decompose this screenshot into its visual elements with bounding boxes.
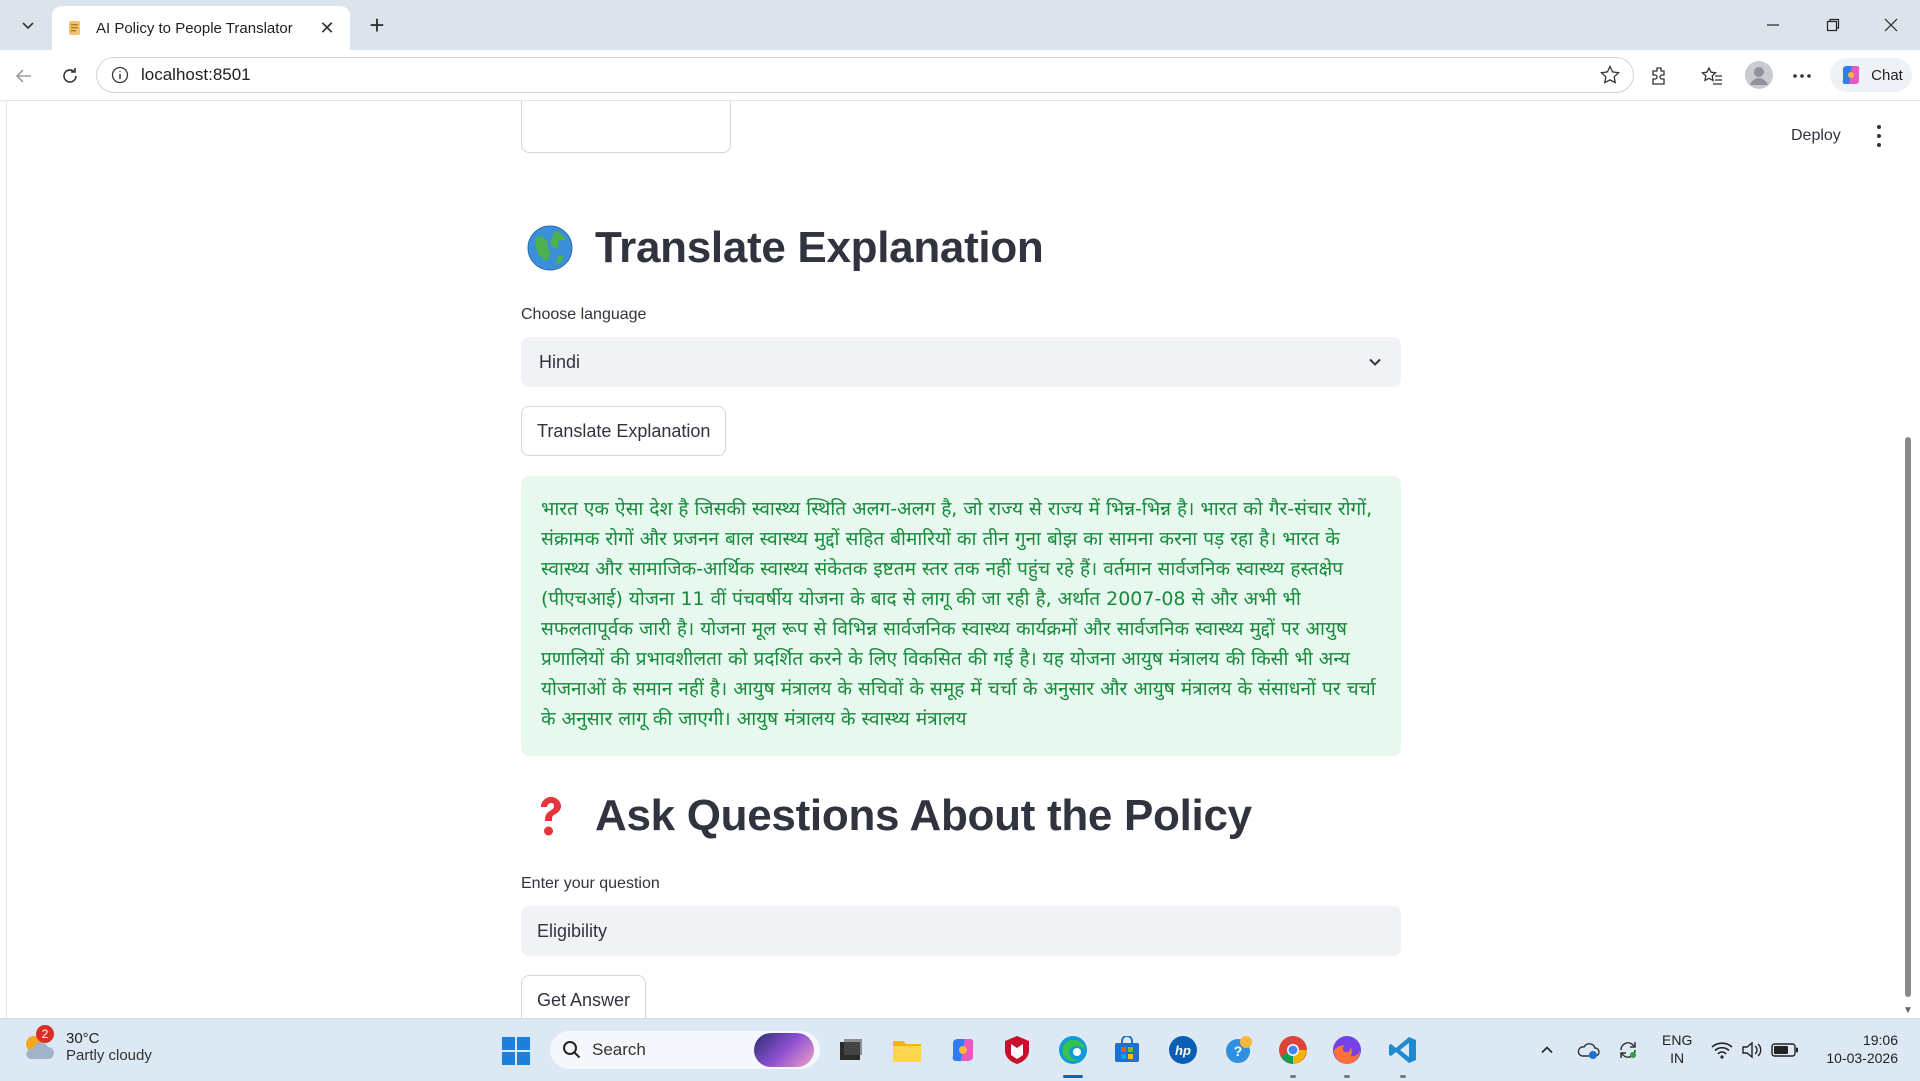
extensions-icon[interactable]: [1646, 62, 1674, 90]
sync-status-icon[interactable]: [1614, 1033, 1642, 1067]
question-mark-icon: [541, 797, 561, 836]
app-menu-icon[interactable]: [1873, 125, 1885, 147]
tab-actions-menu[interactable]: [10, 8, 46, 42]
back-button[interactable]: [8, 60, 40, 92]
language-code: ENG: [1662, 1032, 1693, 1048]
svg-text:?: ?: [1234, 1043, 1243, 1059]
url-bar[interactable]: localhost:8501: [96, 57, 1634, 93]
translate-explanation-button[interactable]: Translate Explanation: [521, 406, 727, 456]
site-info-icon[interactable]: [109, 64, 131, 86]
chevron-down-icon: [1369, 358, 1381, 366]
input-language-indicator[interactable]: ENG IN: [1662, 1031, 1692, 1067]
wifi-icon[interactable]: [1710, 1033, 1734, 1067]
language-selected-value: Hindi: [539, 351, 581, 372]
new-tab-button[interactable]: +: [362, 10, 392, 40]
chrome-open-indicator: [1290, 1075, 1296, 1078]
region-code: IN: [1670, 1050, 1685, 1066]
svg-text:hp: hp: [1175, 1043, 1191, 1058]
search-placeholder: Search: [592, 1040, 646, 1059]
windows-logo-icon: [502, 1037, 530, 1065]
start-button[interactable]: [502, 1037, 530, 1070]
volume-icon[interactable]: [1740, 1033, 1764, 1067]
taskbar-search[interactable]: Search: [550, 1031, 820, 1069]
copilot-app-icon[interactable]: [946, 1033, 980, 1067]
help-tips-icon[interactable]: ?: [1222, 1033, 1256, 1067]
minimize-icon: [1767, 24, 1779, 26]
firefox-browser-icon[interactable]: [1330, 1033, 1364, 1067]
browser-tab-active[interactable]: AI Policy to People Translator ✕: [52, 6, 350, 50]
clock-date: 10-03-2026: [1826, 1050, 1898, 1066]
file-explorer-icon[interactable]: [890, 1033, 924, 1067]
more-options-icon[interactable]: [1788, 62, 1816, 90]
language-label: Choose language: [521, 306, 647, 323]
chevron-up-icon: [1541, 1046, 1553, 1054]
language-select[interactable]: Hindi: [521, 337, 1401, 387]
edge-active-indicator: [1063, 1075, 1083, 1078]
mcafee-icon[interactable]: [1000, 1033, 1034, 1067]
clock-time: 19:06: [1862, 1032, 1898, 1048]
windows-taskbar: 2 30°C Partly cloudy Search hp ? ENG IN …: [0, 1018, 1920, 1081]
partly-cloudy-icon: 2: [20, 1025, 56, 1065]
task-view-icon[interactable]: [834, 1033, 868, 1067]
chat-label: Chat: [1871, 66, 1903, 84]
restore-button[interactable]: [1804, 0, 1862, 50]
show-hidden-icons-button[interactable]: [1536, 1033, 1558, 1067]
profile-avatar-icon[interactable]: [1742, 58, 1776, 92]
address-toolbar: localhost:8501 Chat: [0, 50, 1920, 101]
hp-app-icon[interactable]: hp: [1166, 1033, 1200, 1067]
microsoft-store-icon[interactable]: [1110, 1033, 1144, 1067]
onedrive-status-icon[interactable]: [1574, 1033, 1602, 1067]
previous-button-partial[interactable]: [521, 101, 731, 153]
temperature-text: 30°C: [66, 1030, 100, 1047]
translate-heading: Translate Explanation: [525, 223, 1044, 273]
search-highlight-art: [754, 1033, 814, 1067]
weather-widget[interactable]: 2 30°C Partly cloudy: [20, 1025, 152, 1065]
weather-badge: 2: [36, 1025, 54, 1043]
question-input[interactable]: Eligibility: [521, 906, 1401, 956]
edge-browser-icon[interactable]: [1056, 1033, 1090, 1067]
chevron-down-icon: [22, 22, 34, 30]
copilot-icon: [1842, 66, 1860, 84]
page-scrollbar[interactable]: [1905, 437, 1911, 997]
get-answer-button[interactable]: Get Answer: [521, 975, 647, 1018]
url-text: localhost:8501: [141, 65, 251, 84]
search-icon: [563, 1041, 581, 1059]
scroll-favicon-icon: [69, 21, 80, 35]
tab-title: AI Policy to People Translator: [96, 19, 293, 37]
weather-condition-text: Partly cloudy: [66, 1047, 152, 1064]
vscode-icon[interactable]: [1386, 1033, 1420, 1067]
question-label: Enter your question: [521, 875, 660, 892]
favorites-icon[interactable]: [1698, 62, 1726, 90]
reload-icon: [63, 68, 77, 83]
back-arrow-icon: [15, 69, 31, 83]
vscode-open-indicator: [1400, 1075, 1406, 1078]
close-tab-icon[interactable]: ✕: [316, 18, 338, 39]
ask-questions-heading-text: Ask Questions About the Policy: [595, 791, 1252, 840]
translated-text-box: भारत एक ऐसा देश है जिसकी स्वास्थ्य स्थित…: [521, 476, 1401, 756]
browser-tab-bar: AI Policy to People Translator ✕ +: [0, 0, 1920, 50]
translate-heading-text: Translate Explanation: [595, 223, 1044, 272]
minimize-button[interactable]: [1744, 0, 1802, 50]
page-viewport: Deploy Translate Explanation Choose lang…: [6, 101, 1912, 1018]
deploy-button[interactable]: Deploy: [1791, 127, 1841, 145]
restore-icon: [1826, 18, 1840, 32]
reload-button[interactable]: [54, 60, 86, 92]
battery-icon[interactable]: [1770, 1033, 1800, 1067]
chrome-browser-icon[interactable]: [1276, 1033, 1310, 1067]
firefox-open-indicator: [1344, 1075, 1350, 1078]
close-window-button[interactable]: [1862, 0, 1920, 50]
system-clock[interactable]: 19:06 10-03-2026: [1818, 1031, 1898, 1067]
close-icon: [1884, 18, 1898, 32]
ask-questions-heading: Ask Questions About the Policy: [525, 791, 1252, 841]
copilot-chat-button[interactable]: Chat: [1830, 58, 1912, 92]
favorite-star-icon[interactable]: [1599, 64, 1621, 91]
globe-icon: [527, 225, 573, 271]
scroll-down-arrow-icon[interactable]: ▼: [1903, 1005, 1912, 1016]
